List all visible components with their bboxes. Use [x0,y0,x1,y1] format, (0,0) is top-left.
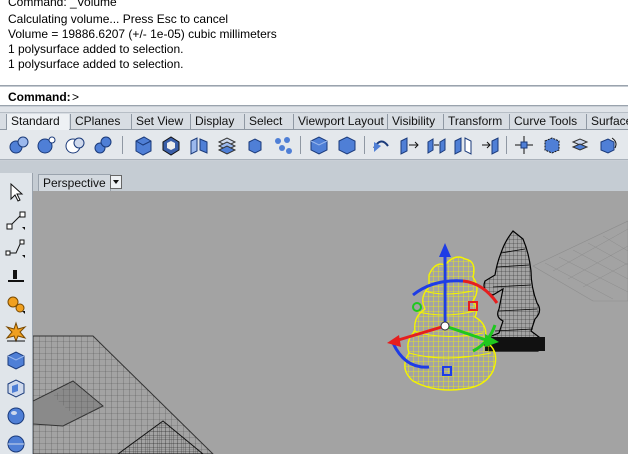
spheres-alt-icon[interactable] [36,134,58,156]
box-shaded-icon[interactable] [160,134,182,156]
gumball-icon[interactable] [513,134,535,156]
sphere-icon[interactable] [5,405,27,427]
mesh-object [33,335,214,454]
layers-icon[interactable] [216,134,238,156]
box-edit-icon[interactable] [541,134,563,156]
divider [0,161,628,173]
cube-alt-icon[interactable] [336,134,358,156]
viewport-header: Perspective [33,173,628,191]
cube-icon[interactable] [308,134,330,156]
box-small-icon[interactable] [244,134,266,156]
command-input[interactable] [72,89,612,104]
scale-icon[interactable] [480,134,502,156]
command-prompt: Command: [0,86,628,106]
transform-icon[interactable] [598,134,620,156]
history-line: 1 polysurface added to selection. [8,42,184,56]
viewport-perspective[interactable] [33,191,628,454]
tab-transform[interactable]: Transform [443,114,506,130]
viewport-scene [33,220,628,454]
history-line: Calculating volume... Press Esc to cance… [8,12,229,26]
toolbar-tabs: Standard CPlanes Set View Display Select… [0,113,628,130]
spheres-wire-icon[interactable] [64,134,86,156]
select-arrow-icon[interactable] [5,181,27,203]
tab-select[interactable]: Select [244,114,290,130]
chevron-down-icon [113,180,119,184]
mirror-icon[interactable] [452,134,474,156]
tab-viewport-layout[interactable]: Viewport Layout [293,114,386,130]
polyline-icon[interactable] [5,237,27,259]
sphere-alt-icon[interactable] [5,433,27,454]
point-icon[interactable] [5,209,27,231]
viewport-menu-button[interactable] [110,175,122,189]
tab-cplanes[interactable]: CPlanes [70,114,130,130]
viewport-title[interactable]: Perspective [38,174,111,191]
left-toolbar [0,173,33,454]
spheres-icon[interactable] [8,134,30,156]
history-line: 1 polysurface added to selection. [8,57,184,71]
command-label: Command: [8,90,71,104]
tab-set-view[interactable]: Set View [131,114,188,130]
boolean-icon[interactable] [570,134,592,156]
points-icon[interactable] [272,134,294,156]
curve-icon[interactable] [5,265,27,287]
construction-grid [532,220,628,302]
tab-visibility[interactable]: Visibility [387,114,441,130]
tab-curve-tools[interactable]: Curve Tools [509,114,584,130]
history-line: Volume = 19886.6207 (+/- 1e-05) cubic mi… [8,27,277,41]
move-icon[interactable] [398,134,420,156]
command-history: Command: _Volume Calculating volume... P… [0,0,628,86]
tab-surface[interactable]: Surface [586,114,628,130]
main-toolbar [0,130,628,160]
tab-standard[interactable]: Standard [6,114,69,130]
copy-icon[interactable] [426,134,448,156]
tab-display[interactable]: Display [190,114,242,130]
explode-icon[interactable] [188,134,210,156]
explosion-icon[interactable] [5,321,27,343]
rotate-view-icon[interactable] [370,134,392,156]
solid-box-icon[interactable] [5,349,27,371]
box-icon[interactable] [132,134,154,156]
history-line: Command: _Volume [8,0,117,9]
transform-gears-icon[interactable] [5,293,27,315]
wire-box-icon[interactable] [5,377,27,399]
spheres-join-icon[interactable] [92,134,114,156]
